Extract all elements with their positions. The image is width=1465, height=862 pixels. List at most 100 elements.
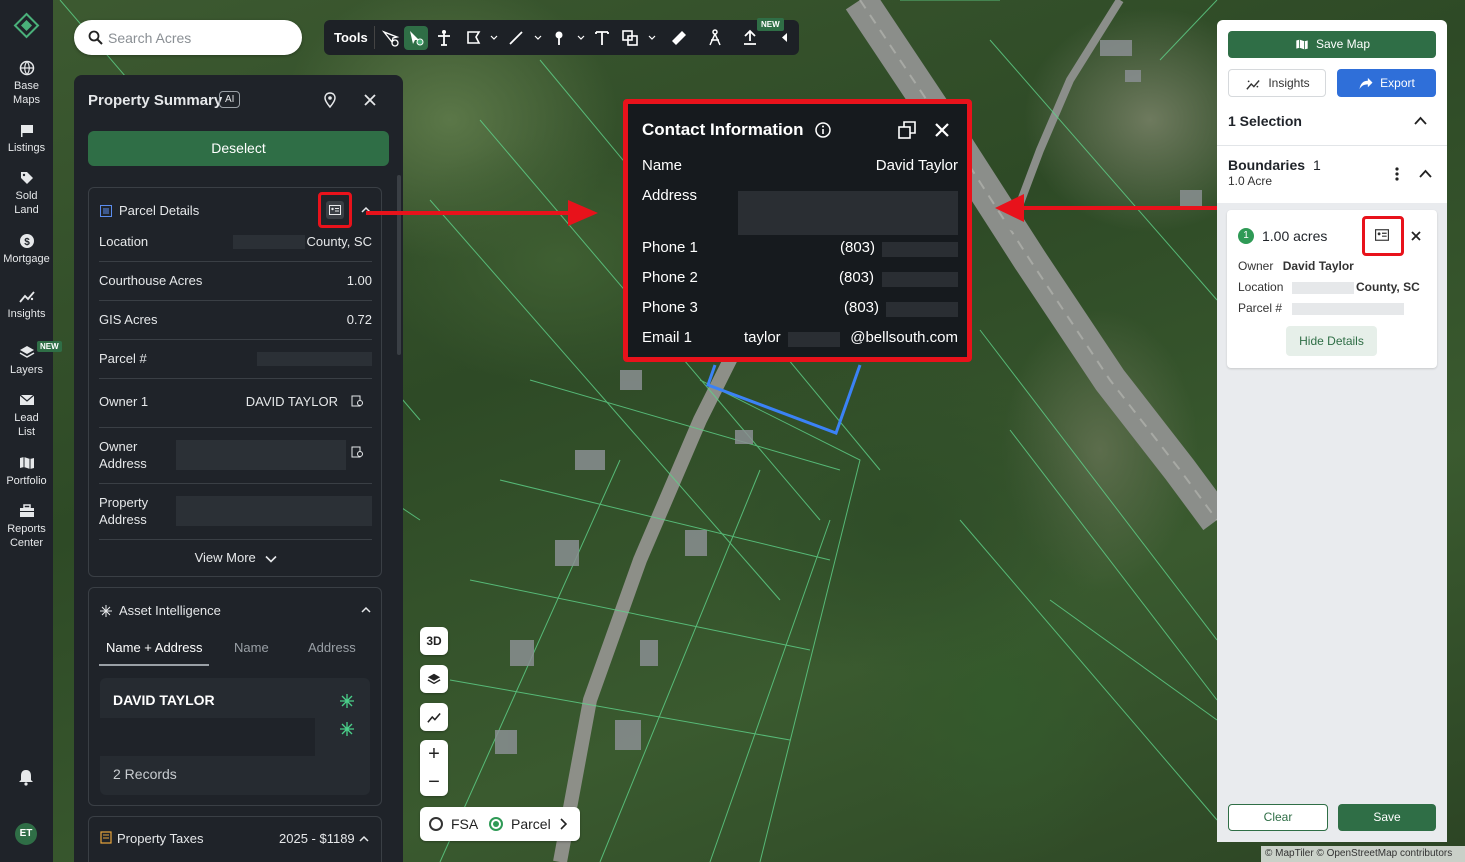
select-tool-icon[interactable]	[404, 26, 428, 50]
lasso-select-tool-icon[interactable]	[380, 28, 400, 48]
chevron-down-icon[interactable]	[577, 34, 585, 42]
redacted-value	[886, 302, 958, 317]
nav-item-lead-list[interactable]: Lead List	[0, 392, 53, 439]
toolbar-divider	[374, 26, 375, 49]
property-taxes-card[interactable]: Property Taxes 2025 - $1189	[88, 816, 382, 862]
owner-lookup-icon[interactable]	[351, 395, 364, 408]
chevron-down-icon[interactable]	[490, 34, 498, 42]
contact-label: Phone 3	[642, 299, 698, 316]
ai-badge[interactable]: AI	[219, 91, 241, 108]
person-tool-icon[interactable]	[434, 28, 454, 48]
selected-parcel-row: Parcel #	[1238, 301, 1428, 315]
export-button[interactable]: Export	[1337, 69, 1436, 97]
tag-icon	[20, 172, 33, 184]
row-value: 0.72	[346, 312, 372, 327]
shapes-tool-icon[interactable]	[620, 28, 640, 48]
panel-title: Property Summary	[88, 92, 223, 109]
tab-name[interactable]: Name	[234, 640, 269, 655]
polygon-tool-icon[interactable]	[464, 28, 484, 48]
map-insights-button[interactable]	[420, 703, 448, 731]
nav-item-base-maps[interactable]: Base Maps	[0, 60, 53, 107]
fsa-radio[interactable]	[429, 817, 443, 831]
parcel-row-location: Location County, SC	[99, 234, 372, 262]
zoom-in-button[interactable]: +	[420, 740, 448, 768]
upload-tool-icon[interactable]	[740, 28, 760, 48]
nav-item-reports-center[interactable]: Reports Center	[0, 503, 53, 550]
close-icon[interactable]	[363, 93, 377, 107]
address-lookup-icon[interactable]	[351, 446, 364, 459]
tab-address[interactable]: Address	[308, 640, 356, 655]
close-icon[interactable]	[935, 123, 949, 137]
redacted-value	[738, 191, 958, 235]
line-tool-icon[interactable]	[506, 28, 526, 48]
location-pin-icon[interactable]	[323, 92, 337, 108]
chevron-down-icon[interactable]	[648, 34, 656, 42]
collapse-toolbar-icon[interactable]	[782, 33, 788, 42]
insights-button[interactable]: Insights	[1228, 69, 1326, 97]
row-label-line: Property	[99, 495, 149, 510]
text-tool-icon[interactable]	[592, 28, 612, 48]
ruler-tool-icon[interactable]	[669, 28, 689, 48]
remove-selection-icon[interactable]	[1411, 231, 1421, 241]
view-more-button[interactable]: View More	[89, 550, 383, 565]
asset-result-card[interactable]: DAVID TAYLOR 2 Records	[98, 678, 370, 795]
zoom-out-button[interactable]: −	[420, 768, 448, 796]
pin-tool-icon[interactable]	[549, 28, 569, 48]
nav-label: List	[17, 426, 36, 438]
search-input[interactable]	[108, 27, 288, 49]
map-icon	[1296, 39, 1308, 50]
parcel-row-parcel-number: Parcel #	[99, 351, 372, 379]
panel-scrollbar[interactable]	[397, 175, 401, 355]
map-layers-button[interactable]	[420, 665, 448, 693]
nav-label: Layers	[9, 364, 44, 376]
hide-details-button[interactable]: Hide Details	[1286, 326, 1377, 356]
new-badge: NEW	[37, 341, 62, 352]
owner-label: Owner	[1238, 259, 1274, 273]
chevron-up-icon[interactable]	[361, 606, 371, 614]
more-vertical-icon[interactable]	[1395, 167, 1399, 181]
owner-value: David Taylor	[1282, 259, 1354, 273]
chevron-up-icon[interactable]	[361, 206, 371, 214]
nav-item-mortgage[interactable]: $ Mortgage	[0, 233, 53, 266]
user-avatar[interactable]: ET	[15, 823, 37, 845]
row-value: County, SC	[306, 234, 372, 249]
contact-label: Email 1	[642, 329, 693, 346]
tab-name-address[interactable]: Name + Address	[106, 640, 202, 655]
nav-item-portfolio[interactable]: Portfolio	[0, 455, 53, 488]
chevron-down-icon[interactable]	[534, 34, 542, 42]
contact-row-address: Address	[642, 187, 958, 237]
chevron-up-icon[interactable]	[1414, 116, 1427, 125]
chevron-right-icon[interactable]	[559, 818, 567, 830]
contact-value: (803)	[844, 299, 880, 316]
parcel-details-card: Parcel Details Location County, SC Court…	[88, 187, 382, 577]
nav-item-sold-land[interactable]: Sold Land	[0, 170, 53, 217]
save-map-button[interactable]: Save Map	[1228, 31, 1436, 58]
parcel-radio[interactable]	[489, 817, 503, 831]
selected-parcel-card[interactable]: 1 1.00 acres Owner David Taylor Location…	[1227, 210, 1437, 368]
app-logo-icon[interactable]	[13, 12, 40, 39]
clear-button[interactable]: Clear	[1228, 804, 1328, 831]
fsa-label: FSA	[451, 816, 479, 832]
info-icon[interactable]	[815, 122, 831, 138]
contact-info-button[interactable]	[318, 192, 352, 228]
deselect-button[interactable]: Deselect	[88, 131, 389, 166]
save-button[interactable]: Save	[1338, 804, 1436, 831]
contact-email-prefix[interactable]: taylor	[744, 329, 781, 346]
active-tab-indicator	[99, 664, 209, 666]
nav-item-insights[interactable]: Insights	[0, 288, 53, 321]
boundaries-count: 1	[1313, 157, 1321, 173]
contact-value: David Taylor	[875, 157, 958, 174]
parcel-details-header[interactable]: Parcel Details	[100, 203, 199, 218]
asset-intelligence-header[interactable]: Asset Intelligence	[100, 603, 221, 618]
bell-icon[interactable]	[17, 768, 35, 786]
compass-tool-icon[interactable]	[705, 28, 725, 48]
copy-icon[interactable]	[898, 121, 916, 139]
nav-item-listings[interactable]: Listings	[0, 122, 53, 155]
contact-info-button[interactable]	[1362, 216, 1404, 256]
3d-toggle-button[interactable]: 3D	[420, 627, 448, 655]
map-attribution[interactable]: © MapTiler © OpenStreetMap contributors	[1261, 846, 1465, 862]
chevron-up-icon[interactable]	[1419, 169, 1432, 178]
boundaries-label: Boundaries	[1228, 157, 1306, 173]
contact-email-suffix[interactable]: @bellsouth.com	[850, 329, 958, 346]
row-label: GIS Acres	[99, 312, 158, 327]
